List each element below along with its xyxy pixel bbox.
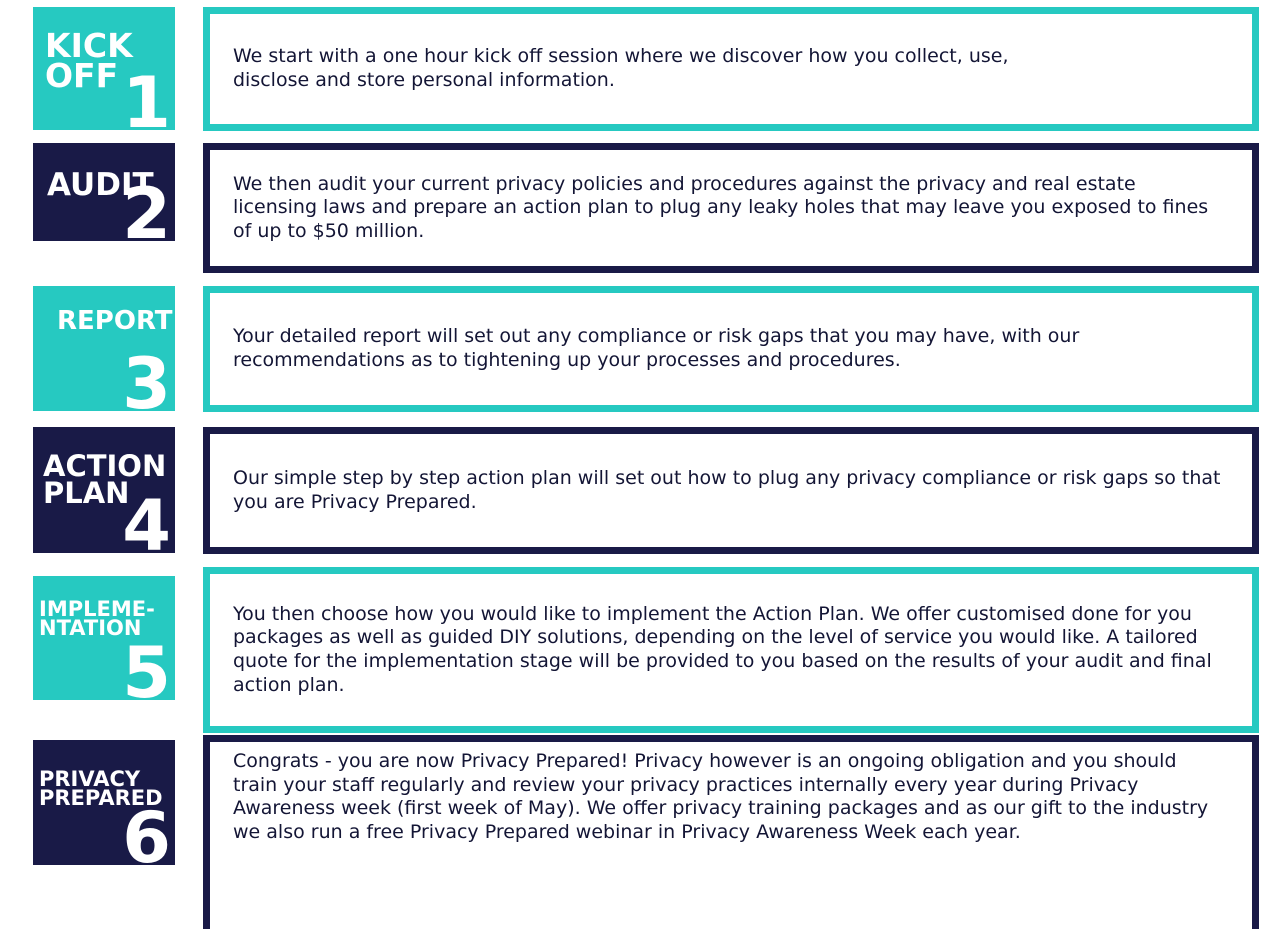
- step-3-description: Your detailed report will set out any co…: [233, 325, 1080, 371]
- step-4-tile: ACTION PLAN 4: [33, 427, 175, 553]
- step-3-tile: REPORT 3: [33, 286, 175, 411]
- step-1-description: We start with a one hour kick off sessio…: [233, 45, 1009, 91]
- step-4-description: Our simple step by step action plan will…: [233, 466, 1221, 513]
- step-5-card: You then choose how you would like to im…: [203, 567, 1259, 733]
- step-2-card: We then audit your current privacy polic…: [203, 143, 1259, 273]
- step-1-tile: KICK OFF 1: [33, 7, 175, 130]
- step-2-description: We then audit your current privacy polic…: [233, 172, 1209, 242]
- step-5-tile: IMPLEME- NTATION 5: [33, 576, 175, 700]
- step-5-number: 5: [122, 632, 171, 700]
- step-5-description: You then choose how you would like to im…: [233, 602, 1212, 696]
- step-1-number: 1: [122, 62, 171, 130]
- step-3-title: REPORT: [57, 306, 173, 336]
- step-6-tile: PRIVACY PREPARED 6: [33, 740, 175, 865]
- step-6-card: Congrats - you are now Privacy Prepared!…: [203, 735, 1259, 929]
- step-6-description: Congrats - you are now Privacy Prepared!…: [233, 750, 1209, 843]
- step-6-number: 6: [122, 797, 171, 865]
- step-3-number: 3: [122, 343, 171, 411]
- step-5-title: IMPLEME- NTATION: [39, 597, 155, 641]
- step-4-number: 4: [122, 485, 171, 553]
- step-2-number: 2: [122, 173, 171, 241]
- step-4-card: Our simple step by step action plan will…: [203, 427, 1259, 554]
- step-2-tile: AUDIT 2: [33, 143, 175, 241]
- step-3-card: Your detailed report will set out any co…: [203, 286, 1259, 412]
- step-1-card: We start with a one hour kick off sessio…: [203, 7, 1259, 131]
